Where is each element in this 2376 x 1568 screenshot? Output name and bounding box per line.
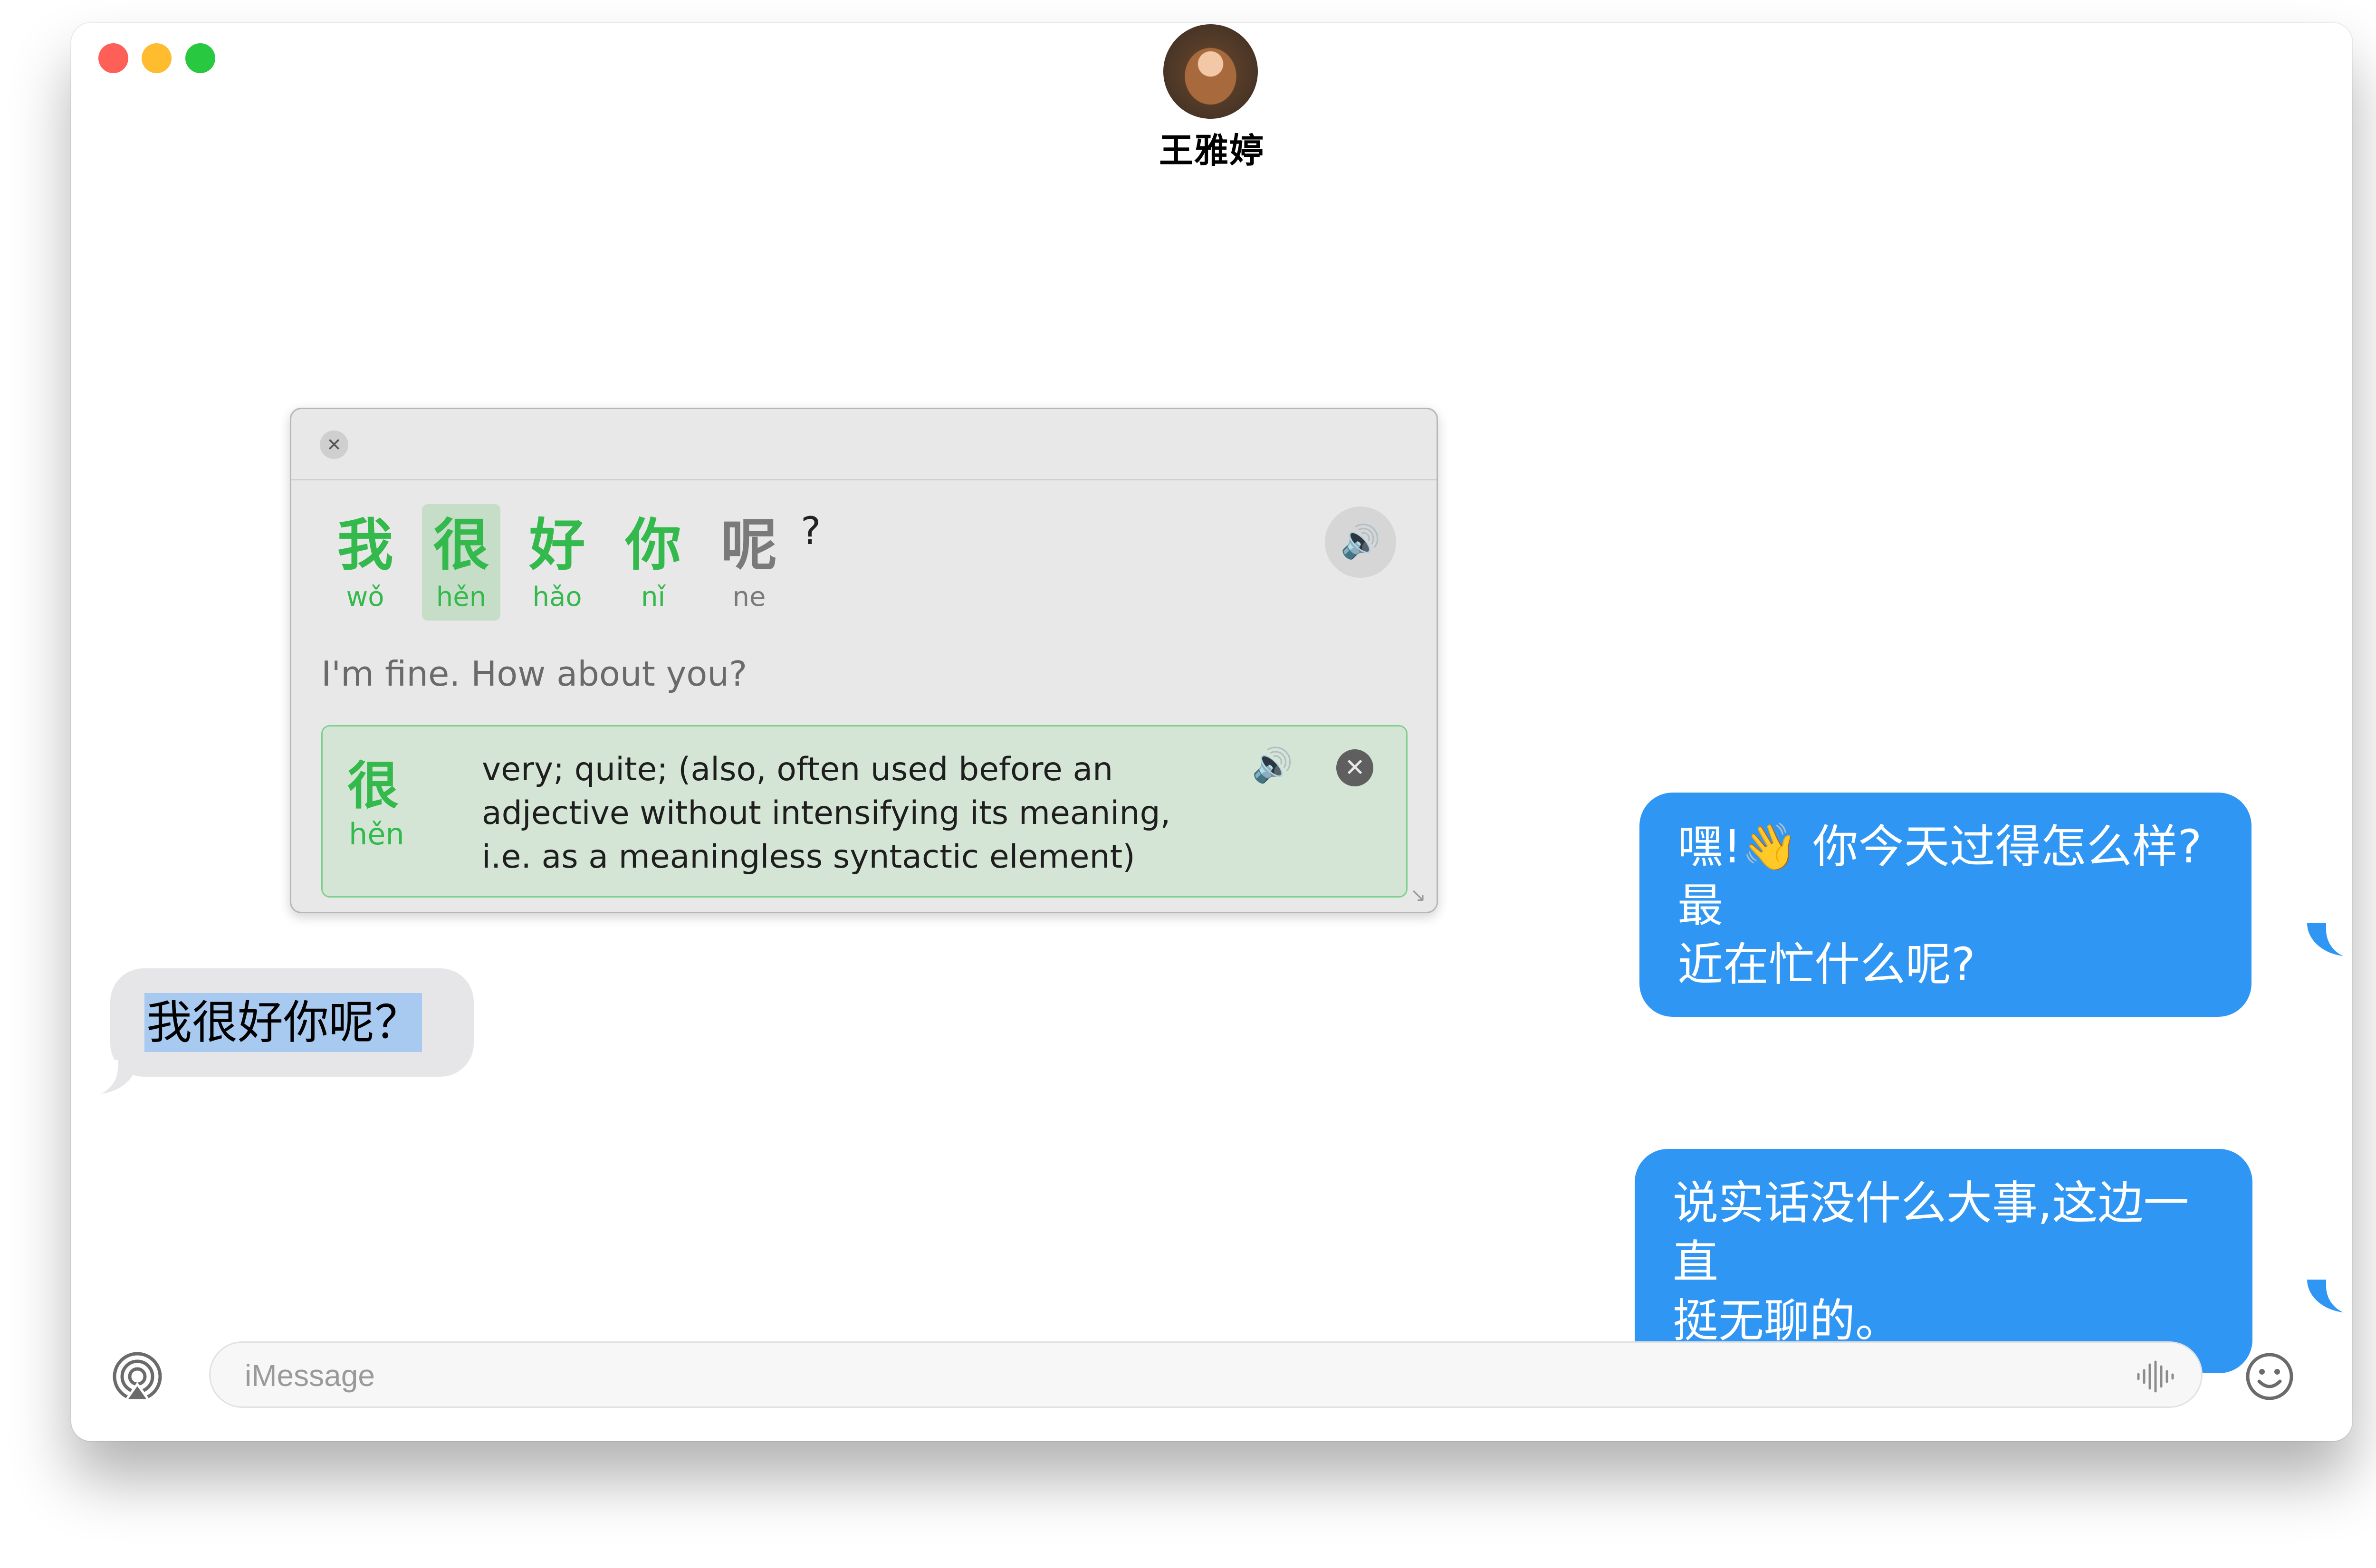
definition-line: i.e. as a meaningless syntactic element) — [482, 838, 1135, 876]
hanzi-item[interactable]: 你 nǐ — [614, 504, 692, 621]
message-line: 近在忙什么呢? — [1677, 938, 1975, 991]
definition-text: very; quite; (also, often used before an… — [482, 748, 1195, 879]
selected-message-text[interactable]: 我很好你呢？ — [144, 993, 422, 1052]
message-input-field[interactable] — [209, 1341, 2203, 1408]
bubble-tail — [80, 1060, 137, 1096]
hanzi-item-selected[interactable]: 很 hěn — [422, 504, 500, 621]
minimize-window-button[interactable] — [142, 43, 172, 73]
translation-text: I'm fine. How about you? — [321, 654, 747, 694]
hanzi-char: 我 — [337, 512, 393, 578]
hanzi-char: 很 — [433, 512, 489, 578]
message-line: 说实话没什么大事,这边一直 — [1673, 1176, 2189, 1289]
speaker-icon[interactable]: 🔊 — [1325, 507, 1396, 578]
close-window-button[interactable] — [98, 43, 128, 73]
hanzi-char: 好 — [529, 512, 585, 578]
hanzi-pinyin: wǒ — [346, 582, 384, 612]
bubble-tail — [2307, 922, 2352, 958]
hanzi-char: 你 — [625, 512, 681, 578]
hanzi-item[interactable]: 好 hǎo — [518, 504, 596, 621]
outgoing-message[interactable]: 嘿!👋 你今天过得怎么样?最 近在忙什么呢? — [1639, 793, 2251, 1017]
definition-line: very; quite; (also, often used before an — [482, 751, 1113, 788]
resize-grip-icon[interactable]: ↘ — [1410, 884, 1426, 906]
definition-card: 很 hěn very; quite; (also, often used bef… — [321, 725, 1408, 898]
incoming-message[interactable]: 我很好你呢？ — [110, 968, 474, 1077]
close-icon[interactable]: ✕ — [320, 430, 348, 459]
bubble-tail — [2307, 1279, 2352, 1315]
message-line: 嘿!👋 你今天过得怎么样?最 — [1677, 820, 2202, 932]
speaker-icon[interactable]: 🔊 — [1252, 746, 1293, 785]
messages-window: 王雅婷 ✕ 我 wǒ 很 hěn 好 hǎo 你 nǐ 呢 ne ? 🔊 I'm… — [71, 23, 2352, 1441]
outgoing-message[interactable]: 说实话没什么大事,这边一直 挺无聊的。 — [1635, 1149, 2252, 1373]
hanzi-pinyin: nǐ — [641, 582, 666, 612]
emoji-icon[interactable] — [2244, 1351, 2295, 1402]
contact-name[interactable]: 王雅婷 — [71, 123, 2352, 172]
definition-hanzi: 很 — [347, 756, 399, 816]
definition-line: adjective without intensifying its meani… — [482, 794, 1171, 832]
hanzi-item[interactable]: 呢 ne — [710, 504, 788, 621]
hanzi-pinyin: hěn — [436, 582, 487, 612]
hanzi-pinyin: ne — [732, 582, 766, 612]
hanzi-char: 呢 — [721, 512, 777, 578]
translation-popover: ✕ 我 wǒ 很 hěn 好 hǎo 你 nǐ 呢 ne ? 🔊 I'm fin… — [290, 408, 1438, 913]
close-circle-icon[interactable]: ✕ — [1336, 749, 1373, 786]
app-store-icon[interactable] — [112, 1351, 163, 1402]
waveform-icon[interactable] — [2135, 1360, 2177, 1393]
contact-avatar[interactable] — [1163, 24, 1258, 119]
hanzi-item[interactable]: 我 wǒ — [326, 504, 404, 621]
message-input[interactable] — [244, 1356, 2051, 1395]
definition-pinyin: hěn — [349, 817, 404, 851]
popover-titlebar: ✕ — [291, 409, 1437, 480]
hanzi-pinyin: hǎo — [532, 582, 582, 612]
punctuation-mark: ? — [801, 509, 821, 553]
zoom-window-button[interactable] — [185, 43, 215, 73]
